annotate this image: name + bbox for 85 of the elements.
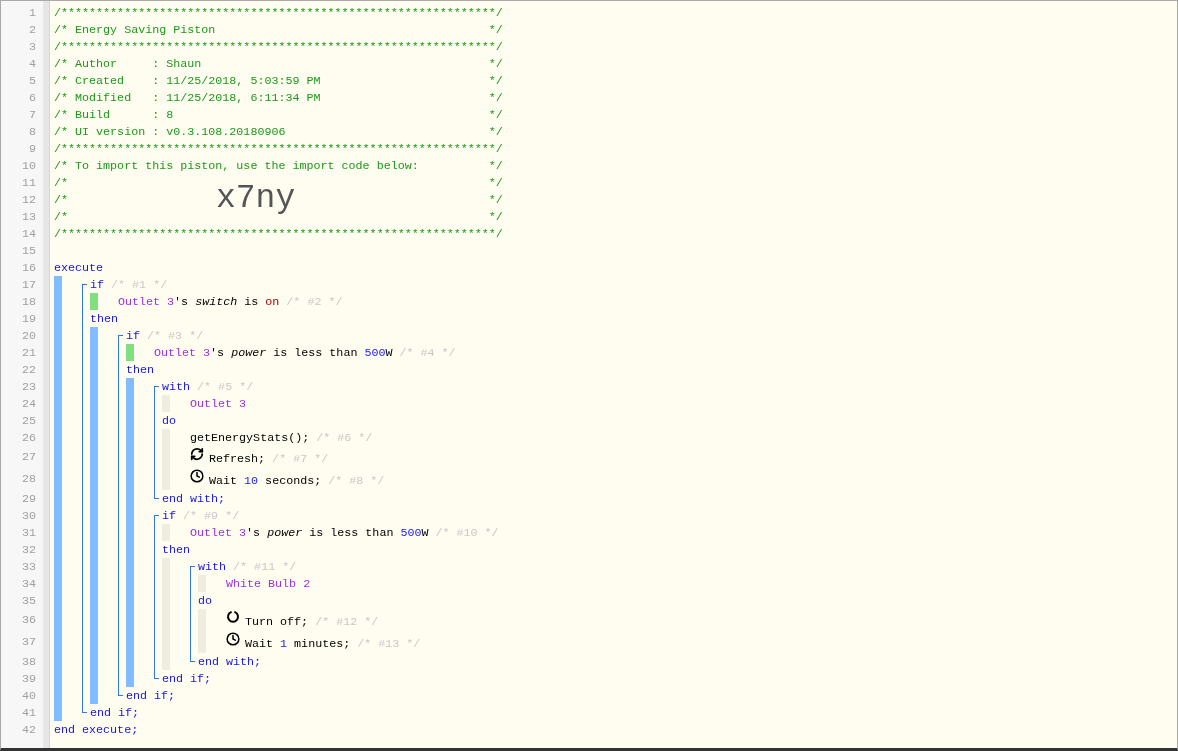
comment-end: */ — [488, 22, 503, 37]
code-line: end with; — [198, 653, 262, 670]
comment-line: /* To import this piston, use the import code below: — [54, 158, 419, 173]
code-line: do — [198, 592, 213, 609]
comment-end: */ — [488, 192, 503, 207]
line-number: 41 — [21, 704, 36, 721]
code-line: end if; — [126, 687, 176, 704]
refresh-icon — [190, 447, 204, 461]
comment-end: */ — [488, 175, 503, 190]
code-line: then — [126, 361, 155, 378]
line-number: 32 — [21, 541, 36, 558]
line-number: 26 — [21, 429, 36, 446]
line-number: 33 — [21, 558, 36, 575]
comment-end: */ — [488, 158, 503, 173]
line-number: 16 — [21, 259, 36, 276]
line-number: 42 — [21, 721, 36, 738]
comment-line: /* Created : 11/25/2018, 5:03:59 PM — [54, 73, 321, 88]
code-line: Outlet 3 — [190, 395, 247, 412]
code-line: end with; — [162, 490, 226, 507]
line-number: 7 — [29, 106, 36, 123]
comment-line: /**************************************************************/ — [54, 5, 503, 20]
line-number: 8 — [29, 123, 36, 140]
code-line: do — [162, 412, 177, 429]
line-number: 11 — [21, 174, 36, 191]
import-code: x7ny — [216, 181, 296, 217]
comment-line: /**************************************************************/ — [54, 226, 503, 241]
line-number: 29 — [21, 490, 36, 507]
comment-line: /* Modified : 11/25/2018, 6:11:34 PM — [54, 90, 321, 105]
line-number: 3 — [29, 38, 36, 55]
comment-line: /* Author : Shaun — [54, 56, 202, 71]
line-number: 34 — [21, 575, 36, 592]
line-number: 5 — [29, 72, 36, 89]
comment-end: */ — [488, 56, 503, 71]
code-line: end execute; — [54, 721, 139, 738]
comment-end: */ — [488, 124, 503, 139]
line-number: 21 — [21, 344, 36, 361]
comment-end: */ — [488, 209, 503, 224]
line-number: 14 — [21, 225, 36, 242]
line-number: 18 — [21, 293, 36, 310]
comment-line: /**************************************************************/ — [54, 141, 503, 156]
code-line: then — [162, 541, 191, 558]
line-number: 24 — [21, 395, 36, 412]
line-number: 12 — [21, 191, 36, 208]
line-number: 6 — [29, 89, 36, 106]
comment-end: */ — [488, 90, 503, 105]
line-number: 22 — [21, 361, 36, 378]
comment-end: */ — [488, 107, 503, 122]
line-number: 4 — [29, 55, 36, 72]
code-line: end if; — [162, 670, 212, 687]
line-number: 25 — [21, 412, 36, 429]
code-line: White Bulb 2 — [226, 575, 311, 592]
comment-line: /* — [54, 192, 69, 207]
comment-line: /* — [54, 175, 69, 190]
line-number: 19 — [21, 310, 36, 327]
line-number: 9 — [29, 140, 36, 157]
line-number: 28 — [21, 471, 36, 488]
line-number: 10 — [21, 157, 36, 174]
comment-line: /**************************************************************/ — [54, 39, 503, 54]
line-number: 20 — [21, 327, 36, 344]
line-number: 36 — [21, 612, 36, 629]
line-number: 39 — [21, 670, 36, 687]
line-number: 35 — [21, 592, 36, 609]
code-line: execute — [54, 259, 104, 276]
comment-line: /* Energy Saving Piston — [54, 22, 216, 37]
comment-line: /* UI version : v0.3.108.20180906 — [54, 124, 286, 139]
line-number: 17 — [21, 276, 36, 293]
line-number: 27 — [21, 449, 36, 466]
line-number: 30 — [21, 507, 36, 524]
line-number: 31 — [21, 524, 36, 541]
line-number: 2 — [29, 21, 36, 38]
line-number: 38 — [21, 653, 36, 670]
code-line: then — [90, 310, 119, 327]
line-number: 13 — [21, 208, 36, 225]
code-line: end if; — [90, 704, 140, 721]
line-number: 40 — [21, 687, 36, 704]
line-number: 15 — [21, 242, 36, 259]
power-icon — [226, 610, 240, 624]
line-number: 37 — [21, 634, 36, 651]
clock-icon — [226, 632, 240, 646]
line-number: 1 — [29, 4, 36, 21]
clock-icon — [190, 469, 204, 483]
line-number: 23 — [21, 378, 36, 395]
comment-end: */ — [488, 73, 503, 88]
comment-line: /* — [54, 209, 69, 224]
comment-line: /* Build : 8 — [54, 107, 174, 122]
